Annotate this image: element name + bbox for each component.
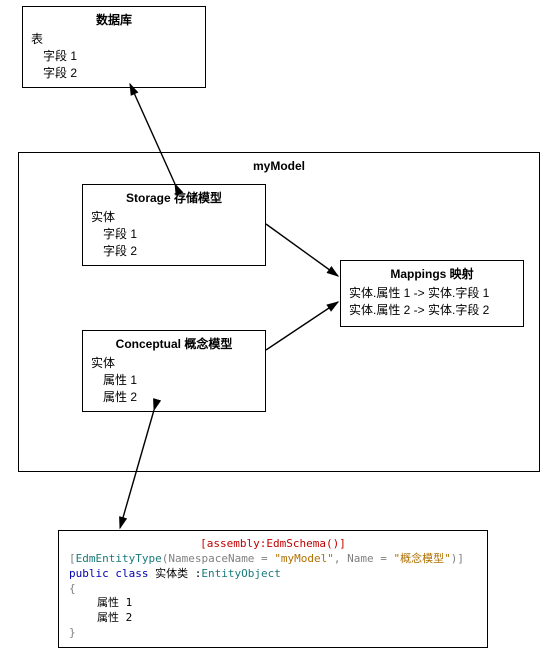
database-field2: 字段 2 — [31, 64, 197, 81]
conceptual-entity: 实体 — [91, 354, 257, 371]
mappings-title: Mappings 映射 — [341, 261, 523, 284]
storage-body: 实体 字段 1 字段 2 — [83, 208, 265, 265]
storage-field2: 字段 2 — [91, 242, 257, 259]
code-brace-close: } — [69, 626, 477, 641]
code-class-kw: class — [115, 567, 155, 580]
code-body2: 属性 2 — [69, 611, 477, 626]
code-attr-close: )] — [451, 552, 464, 565]
code-class-line: public class 实体类 :EntityObject — [69, 567, 477, 582]
diagram-canvas: 数据库 表 字段 1 字段 2 myModel Storage 存储模型 实体 … — [0, 0, 560, 656]
code-attr-p1k: (NamespaceName = — [162, 552, 275, 565]
code-public-kw: public — [69, 567, 115, 580]
mymodel-title: myModel — [19, 153, 539, 173]
code-assembly-attr: [assembly:EdmSchema()] — [200, 537, 346, 550]
mappings-body: 实体.属性 1 -> 实体.字段 1 实体.属性 2 -> 实体.字段 2 — [341, 284, 523, 326]
code-attr-p1v: "myModel" — [274, 552, 334, 565]
code-class-name: 实体类 — [155, 567, 195, 580]
code-body1: 属性 1 — [69, 596, 477, 611]
code-attr-type: EdmEntityType — [76, 552, 162, 565]
code-attr-sep: , Name = — [334, 552, 394, 565]
storage-title: Storage 存储模型 — [83, 185, 265, 208]
code-assembly-line: [assembly:EdmSchema()] — [69, 537, 477, 552]
code-brace-open: { — [69, 582, 477, 597]
conceptual-box: Conceptual 概念模型 实体 属性 1 属性 2 — [82, 330, 266, 412]
database-field1: 字段 1 — [31, 47, 197, 64]
database-title: 数据库 — [23, 7, 205, 30]
storage-entity: 实体 — [91, 208, 257, 225]
mappings-box: Mappings 映射 实体.属性 1 -> 实体.字段 1 实体.属性 2 -… — [340, 260, 524, 327]
database-body: 表 字段 1 字段 2 — [23, 30, 205, 87]
conceptual-prop2: 属性 2 — [91, 388, 257, 405]
database-table: 表 — [31, 30, 197, 47]
code-attr-open: [ — [69, 552, 76, 565]
conceptual-body: 实体 属性 1 属性 2 — [83, 354, 265, 411]
storage-field1: 字段 1 — [91, 225, 257, 242]
conceptual-title: Conceptual 概念模型 — [83, 331, 265, 354]
code-class-base: EntityObject — [201, 567, 280, 580]
code-attr-line: [EdmEntityType(NamespaceName = "myModel"… — [69, 552, 477, 567]
database-box: 数据库 表 字段 1 字段 2 — [22, 6, 206, 88]
code-attr-p2v: "概念模型" — [394, 552, 451, 565]
mappings-line2: 实体.属性 2 -> 实体.字段 2 — [349, 301, 515, 318]
storage-box: Storage 存储模型 实体 字段 1 字段 2 — [82, 184, 266, 266]
conceptual-prop1: 属性 1 — [91, 371, 257, 388]
code-box: [assembly:EdmSchema()] [EdmEntityType(Na… — [58, 530, 488, 648]
mappings-line1: 实体.属性 1 -> 实体.字段 1 — [349, 284, 515, 301]
